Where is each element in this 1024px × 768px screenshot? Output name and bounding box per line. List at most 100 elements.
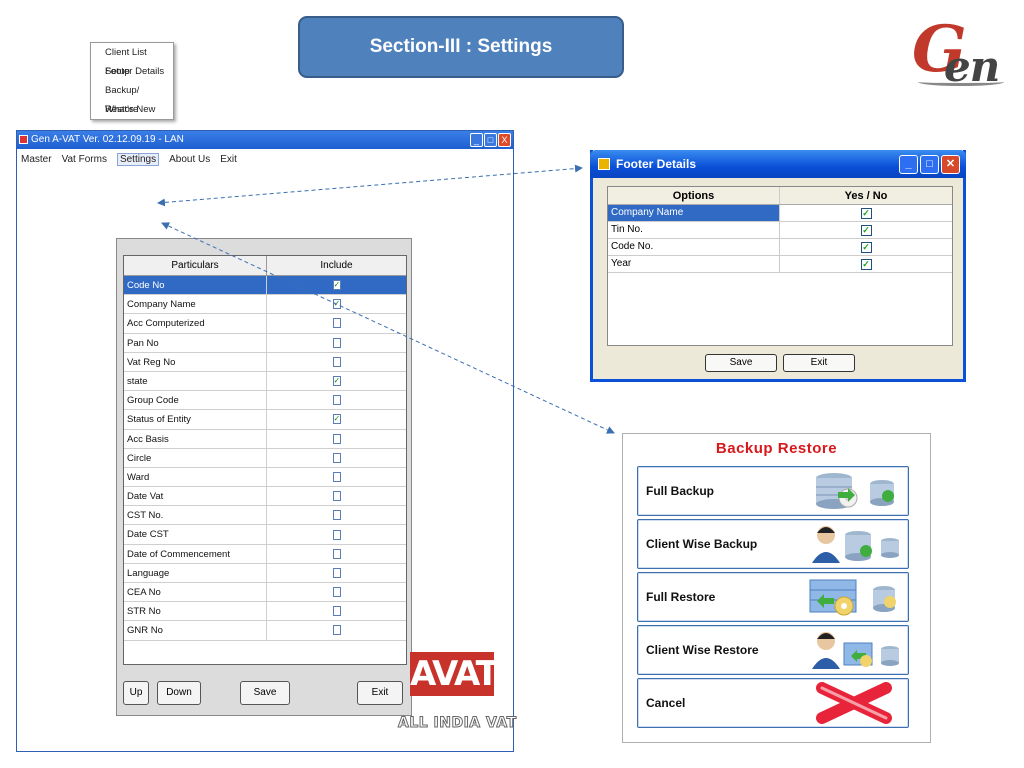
- include-checkbox[interactable]: [332, 452, 341, 463]
- menubar: Master Vat Forms Settings About Us Exit: [17, 149, 513, 169]
- table-row[interactable]: STR No: [124, 602, 406, 622]
- include-checkbox[interactable]: [332, 529, 341, 540]
- table-row[interactable]: Status of Entity ✓: [124, 410, 406, 430]
- yes-no-checkbox[interactable]: ✓: [860, 224, 872, 236]
- include-checkbox[interactable]: ✓: [332, 376, 341, 387]
- table-row[interactable]: GNR No: [124, 621, 406, 641]
- up-button[interactable]: Up: [123, 681, 149, 705]
- include-checkbox[interactable]: ✓: [332, 299, 341, 310]
- menu-vat-forms[interactable]: Vat Forms: [62, 154, 107, 165]
- table-row[interactable]: Tin No. ✓: [608, 222, 952, 239]
- include-checkbox[interactable]: [332, 395, 341, 406]
- yes-no-checkbox[interactable]: ✓: [860, 258, 872, 270]
- row-label: CEA No: [124, 583, 267, 602]
- menu-settings[interactable]: Settings: [116, 152, 160, 166]
- option-label: Tin No.: [608, 222, 780, 238]
- table-row[interactable]: Ward: [124, 467, 406, 488]
- footer-window-controls: _ □ ✕: [899, 155, 960, 174]
- include-checkbox[interactable]: [332, 606, 341, 617]
- header-particulars[interactable]: Particulars: [124, 256, 267, 275]
- cancel-button[interactable]: Cancel: [637, 678, 909, 728]
- main-window-titlebar[interactable]: Gen A-VAT Ver. 02.12.09.19 - LAN _ □ X: [17, 131, 513, 149]
- minimize-button[interactable]: _: [899, 155, 918, 174]
- include-checkbox[interactable]: [332, 337, 341, 348]
- minimize-button[interactable]: _: [470, 133, 483, 147]
- table-row[interactable]: Year ✓: [608, 256, 952, 273]
- yes-no-checkbox[interactable]: ✓: [860, 241, 872, 253]
- table-row[interactable]: CEA No: [124, 583, 406, 603]
- table-row[interactable]: Pan No: [124, 333, 406, 353]
- row-label: STR No: [124, 602, 267, 621]
- footer-details-window: Footer Details _ □ ✕ Options Yes / No Co…: [590, 150, 966, 382]
- table-row[interactable]: Group Code: [124, 391, 406, 411]
- table-row[interactable]: Acc Computerized: [124, 314, 406, 334]
- header-yes-no[interactable]: Yes / No: [780, 187, 952, 204]
- include-checkbox[interactable]: [332, 356, 341, 367]
- table-row[interactable]: Company Name ✓: [124, 295, 406, 315]
- row-label: Vat Reg No: [124, 352, 267, 371]
- row-label: Status of Entity: [124, 410, 267, 429]
- table-row[interactable]: Language: [124, 563, 406, 583]
- full-backup-button[interactable]: Full Backup: [637, 466, 909, 516]
- table-row[interactable]: CST No.: [124, 506, 406, 526]
- table-row[interactable]: Date Vat: [124, 487, 406, 507]
- row-label: Date of Commencement: [124, 544, 267, 563]
- include-checkbox[interactable]: [332, 318, 341, 329]
- full-restore-button[interactable]: Full Restore: [637, 572, 909, 622]
- menu-item-whats-new[interactable]: What's New: [91, 100, 173, 119]
- down-button[interactable]: Down: [157, 681, 201, 705]
- menu-exit[interactable]: Exit: [220, 154, 237, 165]
- user-database-restore-icon: [804, 629, 904, 671]
- client-wise-backup-button[interactable]: Client Wise Backup: [637, 519, 909, 569]
- option-label: Year: [608, 256, 780, 272]
- row-label: GNR No: [124, 621, 267, 640]
- full-restore-label: Full Restore: [646, 590, 716, 604]
- footer-details-titlebar[interactable]: Footer Details _ □ ✕: [590, 150, 966, 178]
- footer-exit-button[interactable]: Exit: [783, 354, 855, 372]
- menu-item-footer-details[interactable]: Footer Details: [91, 62, 173, 81]
- exit-button[interactable]: Exit: [357, 681, 403, 705]
- table-row[interactable]: Code No. ✓: [608, 239, 952, 256]
- include-checkbox[interactable]: [332, 471, 341, 482]
- include-checkbox[interactable]: [332, 433, 341, 444]
- include-checkbox[interactable]: [332, 548, 341, 559]
- table-row[interactable]: Company Name ✓: [608, 205, 952, 222]
- menu-item-backup-restore[interactable]: Backup/ Restore: [91, 81, 173, 115]
- include-checkbox[interactable]: [332, 587, 341, 598]
- particulars-list: Particulars Include Code No ✓ Company Name…: [123, 255, 407, 665]
- table-row[interactable]: Acc Basis: [124, 429, 406, 449]
- close-button[interactable]: X: [498, 133, 511, 147]
- database-restore-icon: [804, 576, 904, 618]
- maximize-button[interactable]: □: [484, 133, 497, 147]
- menu-item-client-list-setup[interactable]: Client List Setup: [91, 43, 173, 77]
- close-button[interactable]: ✕: [941, 155, 960, 174]
- logo-swoosh: [918, 78, 1004, 86]
- include-checkbox[interactable]: [332, 510, 341, 521]
- user-database-backup-icon: [804, 523, 904, 565]
- save-button[interactable]: Save: [240, 681, 290, 705]
- include-checkbox[interactable]: [332, 625, 341, 636]
- header-options[interactable]: Options: [608, 187, 780, 204]
- include-checkbox[interactable]: ✓: [332, 414, 341, 425]
- row-label: Acc Computerized: [124, 314, 267, 333]
- cancel-x-icon: [804, 682, 904, 724]
- table-row[interactable]: Date CST: [124, 525, 406, 545]
- footer-details-title: Footer Details: [616, 157, 697, 171]
- include-checkbox[interactable]: ✓: [332, 280, 341, 291]
- client-wise-backup-label: Client Wise Backup: [646, 537, 758, 551]
- footer-save-button[interactable]: Save: [705, 354, 777, 372]
- table-row[interactable]: Date of Commencement: [124, 544, 406, 564]
- maximize-button[interactable]: □: [920, 155, 939, 174]
- include-checkbox[interactable]: [332, 567, 341, 578]
- include-checkbox[interactable]: [332, 491, 341, 502]
- table-row[interactable]: Circle: [124, 448, 406, 468]
- yes-no-checkbox[interactable]: ✓: [860, 207, 872, 219]
- menu-master[interactable]: Master: [21, 154, 52, 165]
- table-row[interactable]: Vat Reg No: [124, 352, 406, 372]
- client-wise-restore-button[interactable]: Client Wise Restore: [637, 625, 909, 675]
- menu-about-us[interactable]: About Us: [169, 154, 210, 165]
- header-include[interactable]: Include: [267, 256, 406, 275]
- table-row[interactable]: state ✓: [124, 371, 406, 392]
- table-row[interactable]: Code No ✓: [124, 276, 406, 296]
- option-label: Company Name: [608, 205, 780, 221]
